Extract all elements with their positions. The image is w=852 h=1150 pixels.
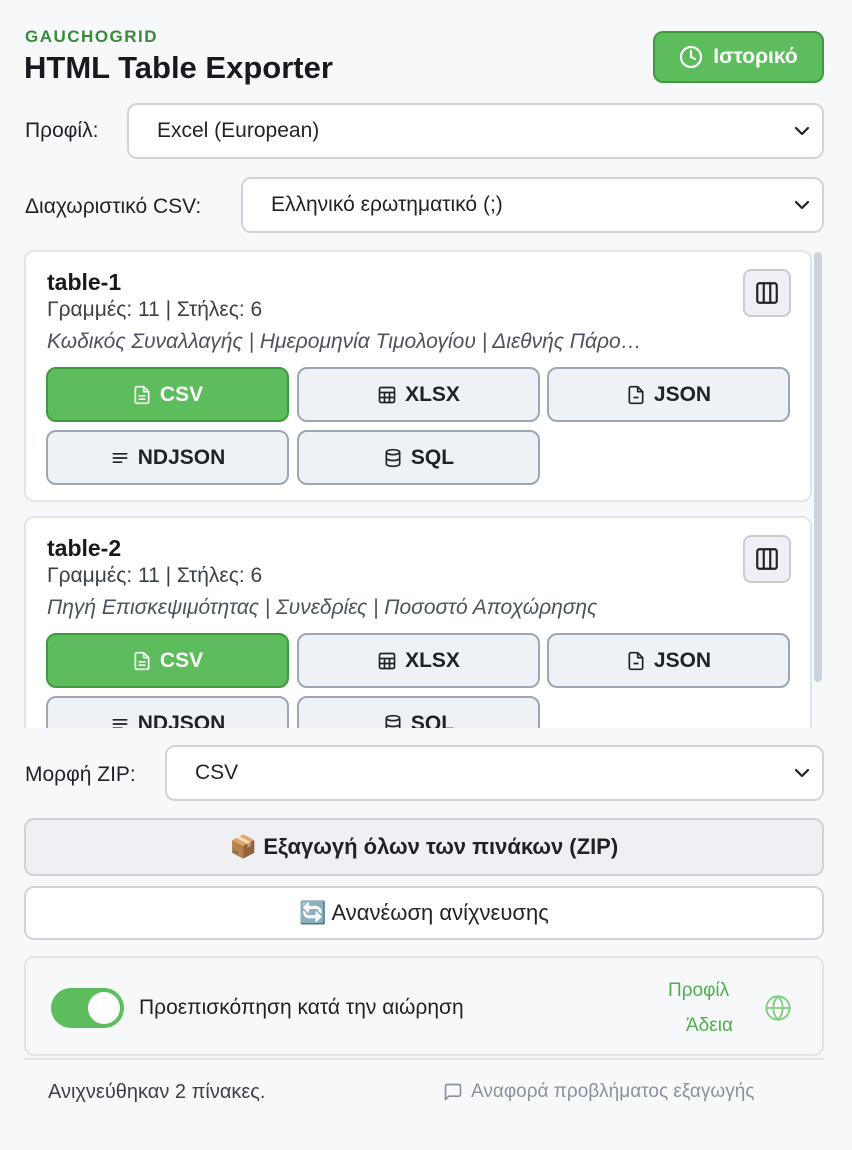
history-button-label: Ιστορικό	[713, 45, 798, 68]
file-icon	[628, 651, 644, 670]
chevron-down-icon	[794, 768, 810, 778]
profile-select-value: Excel (European)	[157, 119, 320, 142]
license-link[interactable]: Άδεια	[686, 1015, 733, 1037]
table-meta: Γραμμές: 11 | Στήλες: 6	[47, 564, 263, 587]
export-sql-label: SQL	[410, 711, 455, 729]
export-json-button[interactable]: JSON	[547, 367, 790, 422]
export-xlsx-button[interactable]: XLSX	[297, 367, 540, 422]
export-xlsx-button[interactable]: XLSX	[297, 633, 540, 688]
file-text-icon	[134, 651, 150, 670]
export-csv-label: CSV	[159, 382, 204, 406]
column-picker-button[interactable]	[743, 269, 791, 317]
refresh-detection-button[interactable]: 🔄 Ανανέωση ανίχνευσης	[24, 886, 824, 940]
zip-format-select[interactable]: CSV	[165, 745, 824, 801]
page-title: HTML Table Exporter	[24, 50, 333, 85]
table-card: table-2 Γραμμές: 11 | Στήλες: 6 Πηγή Επι…	[24, 516, 812, 728]
hover-preview-label: Προεπισκόπηση κατά την αιώρηση	[139, 996, 464, 1019]
database-icon	[385, 714, 401, 728]
toggle-knob	[88, 992, 120, 1024]
zip-format-value: CSV	[195, 761, 239, 784]
export-ndjson-button[interactable]: NDJSON	[46, 696, 289, 728]
table-grid-icon	[378, 652, 396, 669]
export-ndjson-button[interactable]: NDJSON	[46, 430, 289, 485]
export-ndjson-label: NDJSON	[137, 711, 226, 729]
globe-icon[interactable]	[764, 994, 792, 1022]
message-icon	[444, 1083, 462, 1101]
table-name: table-1	[47, 269, 122, 295]
chevron-down-icon	[794, 200, 810, 210]
refresh-detection-label: 🔄 Ανανέωση ανίχνευσης	[299, 900, 549, 925]
table-columns: Κωδικός Συναλλαγής | Ημερομηνία Τιμολογί…	[47, 330, 642, 353]
export-json-label: JSON	[653, 382, 712, 406]
columns-icon	[756, 548, 778, 570]
settings-panel: Προεπισκόπηση κατά την αιώρηση Προφίλ Άδ…	[24, 956, 824, 1056]
footer-divider	[24, 1058, 824, 1060]
brand-label: GAUCHOGRID	[25, 27, 159, 46]
profile-link[interactable]: Προφίλ	[668, 980, 729, 1002]
tables-list[interactable]: table-1 Γραμμές: 11 | Στήλες: 6 Κωδικός …	[24, 250, 824, 728]
detection-status: Ανιχνεύθηκαν 2 πίνακες.	[48, 1081, 266, 1103]
report-issue-link[interactable]: Αναφορά προβλήματος εξαγωγής	[443, 1081, 754, 1103]
table-columns: Πηγή Επισκεψιμότητας | Συνεδρίες | Ποσοσ…	[47, 596, 598, 619]
delimiter-select[interactable]: Ελληνικό ερωτηματικό (;)	[241, 177, 824, 233]
column-picker-button[interactable]	[743, 535, 791, 583]
hover-preview-toggle[interactable]	[51, 988, 124, 1028]
export-all-zip-label: 📦 Εξαγωγή όλων των πινάκων (ZIP)	[229, 834, 619, 859]
export-csv-label: CSV	[159, 648, 204, 672]
table-grid-icon	[378, 386, 396, 403]
table-meta: Γραμμές: 11 | Στήλες: 6	[47, 298, 263, 321]
export-json-button[interactable]: JSON	[547, 633, 790, 688]
lines-icon	[112, 718, 128, 728]
export-json-label: JSON	[653, 648, 712, 672]
table-card: table-1 Γραμμές: 11 | Στήλες: 6 Κωδικός …	[24, 250, 812, 502]
profile-label: Προφίλ:	[25, 119, 99, 142]
history-button[interactable]: Ιστορικό	[653, 31, 824, 83]
profile-select[interactable]: Excel (European)	[127, 103, 824, 159]
file-text-icon	[134, 385, 150, 404]
delimiter-select-value: Ελληνικό ερωτηματικό (;)	[271, 193, 503, 216]
lines-icon	[112, 452, 128, 463]
export-all-zip-button[interactable]: 📦 Εξαγωγή όλων των πινάκων (ZIP)	[24, 818, 824, 876]
export-csv-button[interactable]: CSV	[46, 367, 289, 422]
chevron-down-icon	[794, 126, 810, 136]
columns-icon	[756, 282, 778, 304]
tables-scrollbar[interactable]	[812, 250, 824, 728]
export-sql-button[interactable]: SQL	[297, 430, 540, 485]
zip-format-label: Μορφή ZIP:	[25, 763, 136, 786]
export-sql-button[interactable]: SQL	[297, 696, 540, 728]
scrollbar-thumb[interactable]	[814, 252, 822, 682]
database-icon	[385, 448, 401, 467]
delimiter-label: Διαχωριστικό CSV:	[25, 195, 202, 218]
table-name: table-2	[47, 535, 122, 561]
export-csv-button[interactable]: CSV	[46, 633, 289, 688]
file-icon	[628, 385, 644, 404]
export-xlsx-label: XLSX	[405, 648, 460, 672]
export-sql-label: SQL	[410, 445, 455, 469]
report-issue-label: Αναφορά προβλήματος εξαγωγής	[471, 1081, 755, 1102]
clock-icon	[680, 45, 703, 69]
export-xlsx-label: XLSX	[405, 382, 460, 406]
export-ndjson-label: NDJSON	[137, 445, 226, 469]
